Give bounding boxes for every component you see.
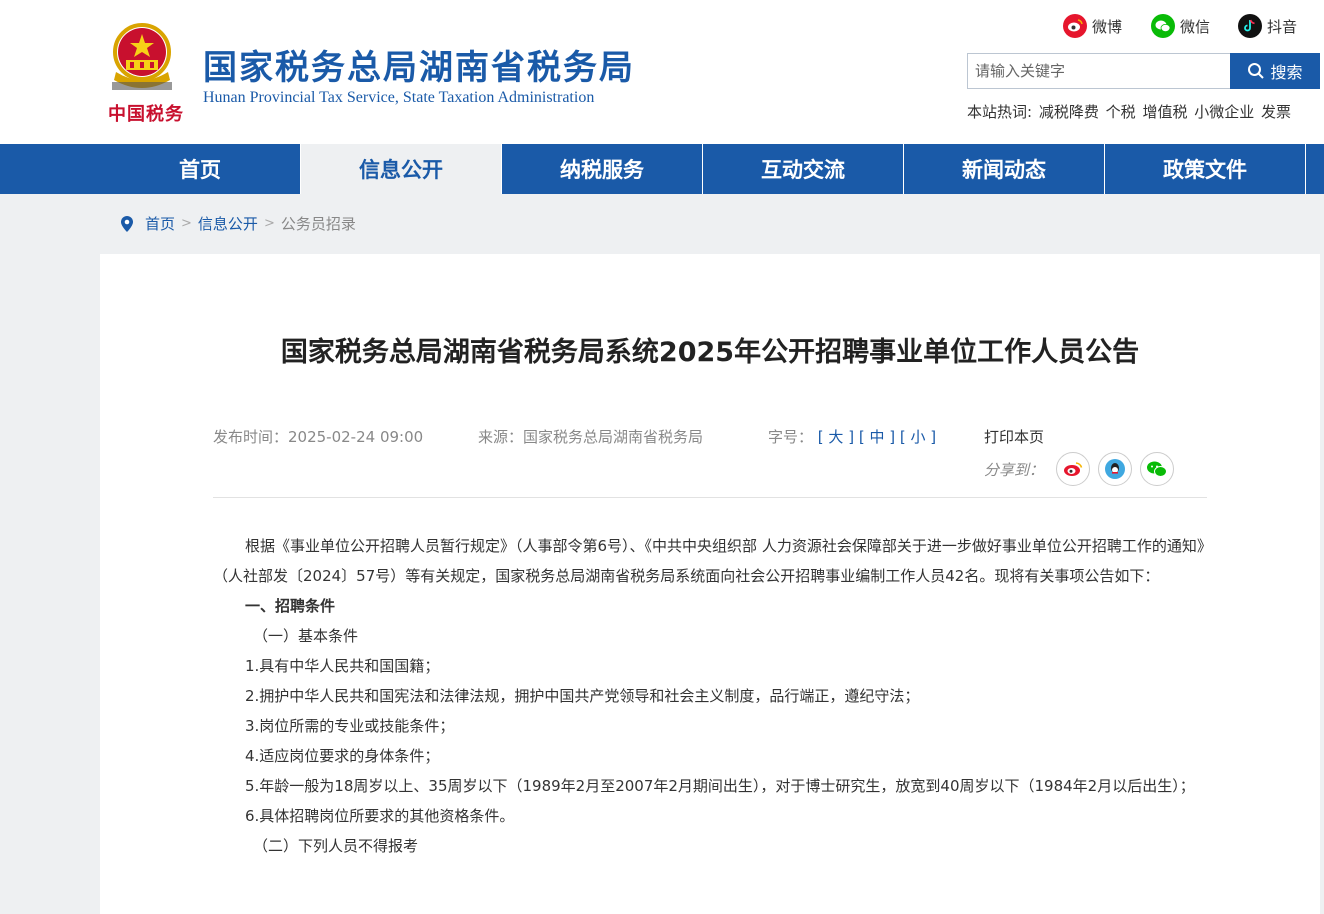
- chevron-right-icon: >: [263, 216, 275, 231]
- national-emblem-logo[interactable]: 中国税务: [104, 22, 186, 126]
- font-size-small[interactable]: 小: [910, 428, 925, 446]
- breadcrumb: 首页 > 信息公开 > 公务员招录: [119, 213, 356, 234]
- qq-icon: [1105, 459, 1126, 479]
- publish-time: 发布时间：2025-02-24 09:00: [213, 428, 424, 446]
- hot-words-label: 本站热词:: [967, 103, 1033, 121]
- hot-word[interactable]: 小微企业: [1194, 103, 1254, 121]
- body-paragraph: 5.年龄一般为18周岁以上、35周岁以下（1989年2月至2007年2月期间出生…: [245, 777, 1195, 795]
- nav-tax-services[interactable]: 纳税服务: [502, 144, 703, 194]
- font-size-large[interactable]: 大: [828, 428, 843, 446]
- wechat-icon: [1147, 461, 1168, 477]
- search-icon: [1248, 63, 1265, 79]
- article-source: 来源：国家税务总局湖南省税务局: [478, 428, 704, 446]
- breadcrumb-current[interactable]: 公务员招录: [281, 213, 356, 234]
- share-wechat-button[interactable]: [1140, 452, 1175, 486]
- social-weibo[interactable]: 微博: [1063, 14, 1122, 38]
- hot-word[interactable]: 发票: [1261, 103, 1291, 121]
- font-size-medium[interactable]: 中: [869, 428, 884, 446]
- subsection-heading: （一）基本条件: [253, 627, 359, 645]
- location-pin-icon: [121, 215, 133, 232]
- print-page-link[interactable]: 打印本页: [984, 426, 1044, 447]
- nav-policy-documents[interactable]: 政策文件: [1105, 144, 1306, 194]
- breadcrumb-info-disclosure[interactable]: 信息公开: [198, 213, 258, 234]
- share-qq-button[interactable]: [1098, 452, 1133, 486]
- share-label: 分享到：: [984, 460, 1045, 479]
- body-paragraph: 6.具体招聘岗位所要求的其他资格条件。: [245, 807, 515, 825]
- hot-word[interactable]: 减税降费: [1039, 103, 1099, 121]
- section-heading: 一、招聘条件: [245, 597, 336, 615]
- hot-word[interactable]: 个税: [1106, 103, 1136, 121]
- main-nav: 首页 信息公开 纳税服务 互动交流 新闻动态 政策文件: [0, 144, 1324, 194]
- meta-divider: [213, 497, 1207, 498]
- nav-news[interactable]: 新闻动态: [904, 144, 1105, 194]
- weibo-icon: [1064, 462, 1083, 476]
- search-button-label: 搜索: [1270, 63, 1303, 82]
- search-button[interactable]: 搜索: [1230, 53, 1320, 89]
- font-size-label: 字号：: [768, 428, 814, 446]
- douyin-icon: [1238, 14, 1262, 38]
- chevron-right-icon: >: [181, 216, 192, 231]
- hot-words: 本站热词: 减税降费 个税 增值税 小微企业 发票: [967, 101, 1293, 122]
- weibo-icon: [1063, 14, 1087, 38]
- search-input[interactable]: [967, 53, 1231, 89]
- social-label: 微博: [1092, 17, 1123, 36]
- article-panel: 国家税务总局湖南省税务局系统2025年公开招聘事业单位工作人员公告 发布时间：2…: [100, 254, 1320, 914]
- subsection-heading: （二）下列人员不得报考: [253, 837, 419, 855]
- body-paragraph: 4.适应岗位要求的身体条件；: [245, 747, 440, 765]
- social-label: 微信: [1180, 17, 1211, 36]
- wechat-icon: [1151, 14, 1175, 38]
- nav-home[interactable]: 首页: [100, 144, 301, 194]
- font-size-control: 字号： [ 大 ] [ 中 ] [ 小 ]: [768, 428, 937, 446]
- share-bar: 分享到：: [984, 452, 1175, 486]
- body-paragraph: 1.具有中华人民共和国国籍；: [245, 657, 440, 675]
- site-title[interactable]: 国家税务总局湖南省税务局: [203, 40, 635, 89]
- body-paragraph: 根据《事业单位公开招聘人员暂行规定》（人事部令第6号）、《中共中央组织部 人力资…: [213, 537, 1205, 585]
- site-header: 中国税务 国家税务总局湖南省税务局 Hunan Provincial Tax S…: [0, 0, 1324, 144]
- emblem-caption: 中国税务: [108, 104, 184, 125]
- share-weibo-button[interactable]: [1056, 452, 1091, 486]
- site-subtitle: Hunan Provincial Tax Service, State Taxa…: [203, 89, 595, 106]
- hot-word[interactable]: 增值税: [1142, 103, 1187, 121]
- social-douyin[interactable]: 抖音: [1238, 14, 1297, 38]
- social-label: 抖音: [1267, 17, 1298, 36]
- social-wechat[interactable]: 微信: [1151, 14, 1210, 38]
- article-title: 国家税务总局湖南省税务局系统2025年公开招聘事业单位工作人员公告: [280, 337, 1140, 368]
- nav-interaction[interactable]: 互动交流: [703, 144, 904, 194]
- article-body: 根据《事业单位公开招聘人员暂行规定》（人事部令第6号）、《中共中央组织部 人力资…: [213, 531, 1207, 861]
- body-paragraph: 2.拥护中华人民共和国宪法和法律法规，拥护中国共产党领导和社会主义制度，品行端正…: [245, 687, 920, 705]
- body-paragraph: 3.岗位所需的专业或技能条件；: [245, 717, 455, 735]
- breadcrumb-home[interactable]: 首页: [145, 213, 175, 234]
- nav-info-disclosure[interactable]: 信息公开: [301, 144, 502, 194]
